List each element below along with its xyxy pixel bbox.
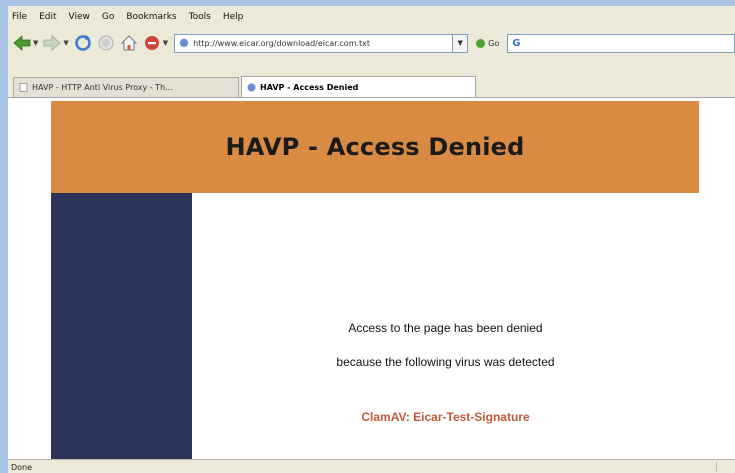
go-label: Go [488,38,500,48]
page-icon [19,83,28,92]
menu-edit[interactable]: Edit [39,12,56,22]
back-button[interactable]: ▼ [13,35,38,51]
menu-go[interactable]: Go [102,12,114,22]
navigation-toolbar: ▼ ▼ ▼ http://www.eicar.org/download/eica… [8,28,735,58]
stop-button[interactable] [97,34,115,52]
tab-label: HAVP - Access Denied [260,82,359,92]
menu-bar: File Edit View Go Bookmarks Tools Help [8,6,735,28]
browser-window: File Edit View Go Bookmarks Tools Help ▼… [8,6,735,473]
blocked-dropdown-icon[interactable]: ▼ [163,39,168,47]
tab-havp-proxy[interactable]: HAVP - HTTP Anti Virus Proxy - Th... [13,77,239,97]
denied-message-line1: Access to the page has been denied [348,321,543,335]
home-button[interactable] [120,34,138,52]
menu-file[interactable]: File [12,12,27,22]
menu-bookmarks[interactable]: Bookmarks [126,12,176,22]
back-dropdown-icon[interactable]: ▼ [33,39,38,47]
reload-button[interactable] [74,34,92,52]
menu-tools[interactable]: Tools [189,12,211,22]
page-content: HAVP - Access Denied Access to the page … [8,98,735,459]
address-dropdown-button[interactable]: ▼ [453,33,469,53]
stop-icon [98,35,114,51]
back-arrow-icon [13,35,31,51]
forward-button[interactable]: ▼ [43,35,69,51]
status-bar: Done [8,459,735,473]
go-button[interactable]: Go [476,38,500,48]
denied-message-line2: because the following virus was detected [336,355,555,369]
menu-view[interactable]: View [69,12,90,22]
reload-icon [75,35,91,51]
page-banner: HAVP - Access Denied [51,101,699,193]
go-icon [476,38,486,48]
tab-access-denied[interactable]: HAVP - Access Denied [241,76,476,97]
blocked-button[interactable]: ▼ [143,34,168,52]
home-icon [120,35,137,51]
status-icon [716,462,727,472]
address-bar[interactable]: http://www.eicar.org/download/eicar.com.… [174,33,454,53]
page-favicon-icon [247,83,256,91]
forward-arrow-icon [43,35,61,51]
blocked-icon [144,36,159,50]
page-favicon-icon [179,38,189,48]
search-input[interactable]: G [507,33,735,53]
search-engine-icon: G [512,37,521,49]
forward-dropdown-icon[interactable]: ▼ [63,39,68,47]
chevron-down-icon: ▼ [457,39,463,47]
tab-label: HAVP - HTTP Anti Virus Proxy - Th... [32,83,173,92]
menu-help[interactable]: Help [223,12,244,22]
status-text: Done [11,462,33,472]
address-text: http://www.eicar.org/download/eicar.com.… [193,38,371,48]
virus-name: ClamAV: Eicar-Test-Signature [361,410,530,424]
left-sidebar [51,193,192,459]
page-title: HAVP - Access Denied [225,133,525,161]
tab-bar: HAVP - HTTP Anti Virus Proxy - Th... HAV… [8,58,735,98]
